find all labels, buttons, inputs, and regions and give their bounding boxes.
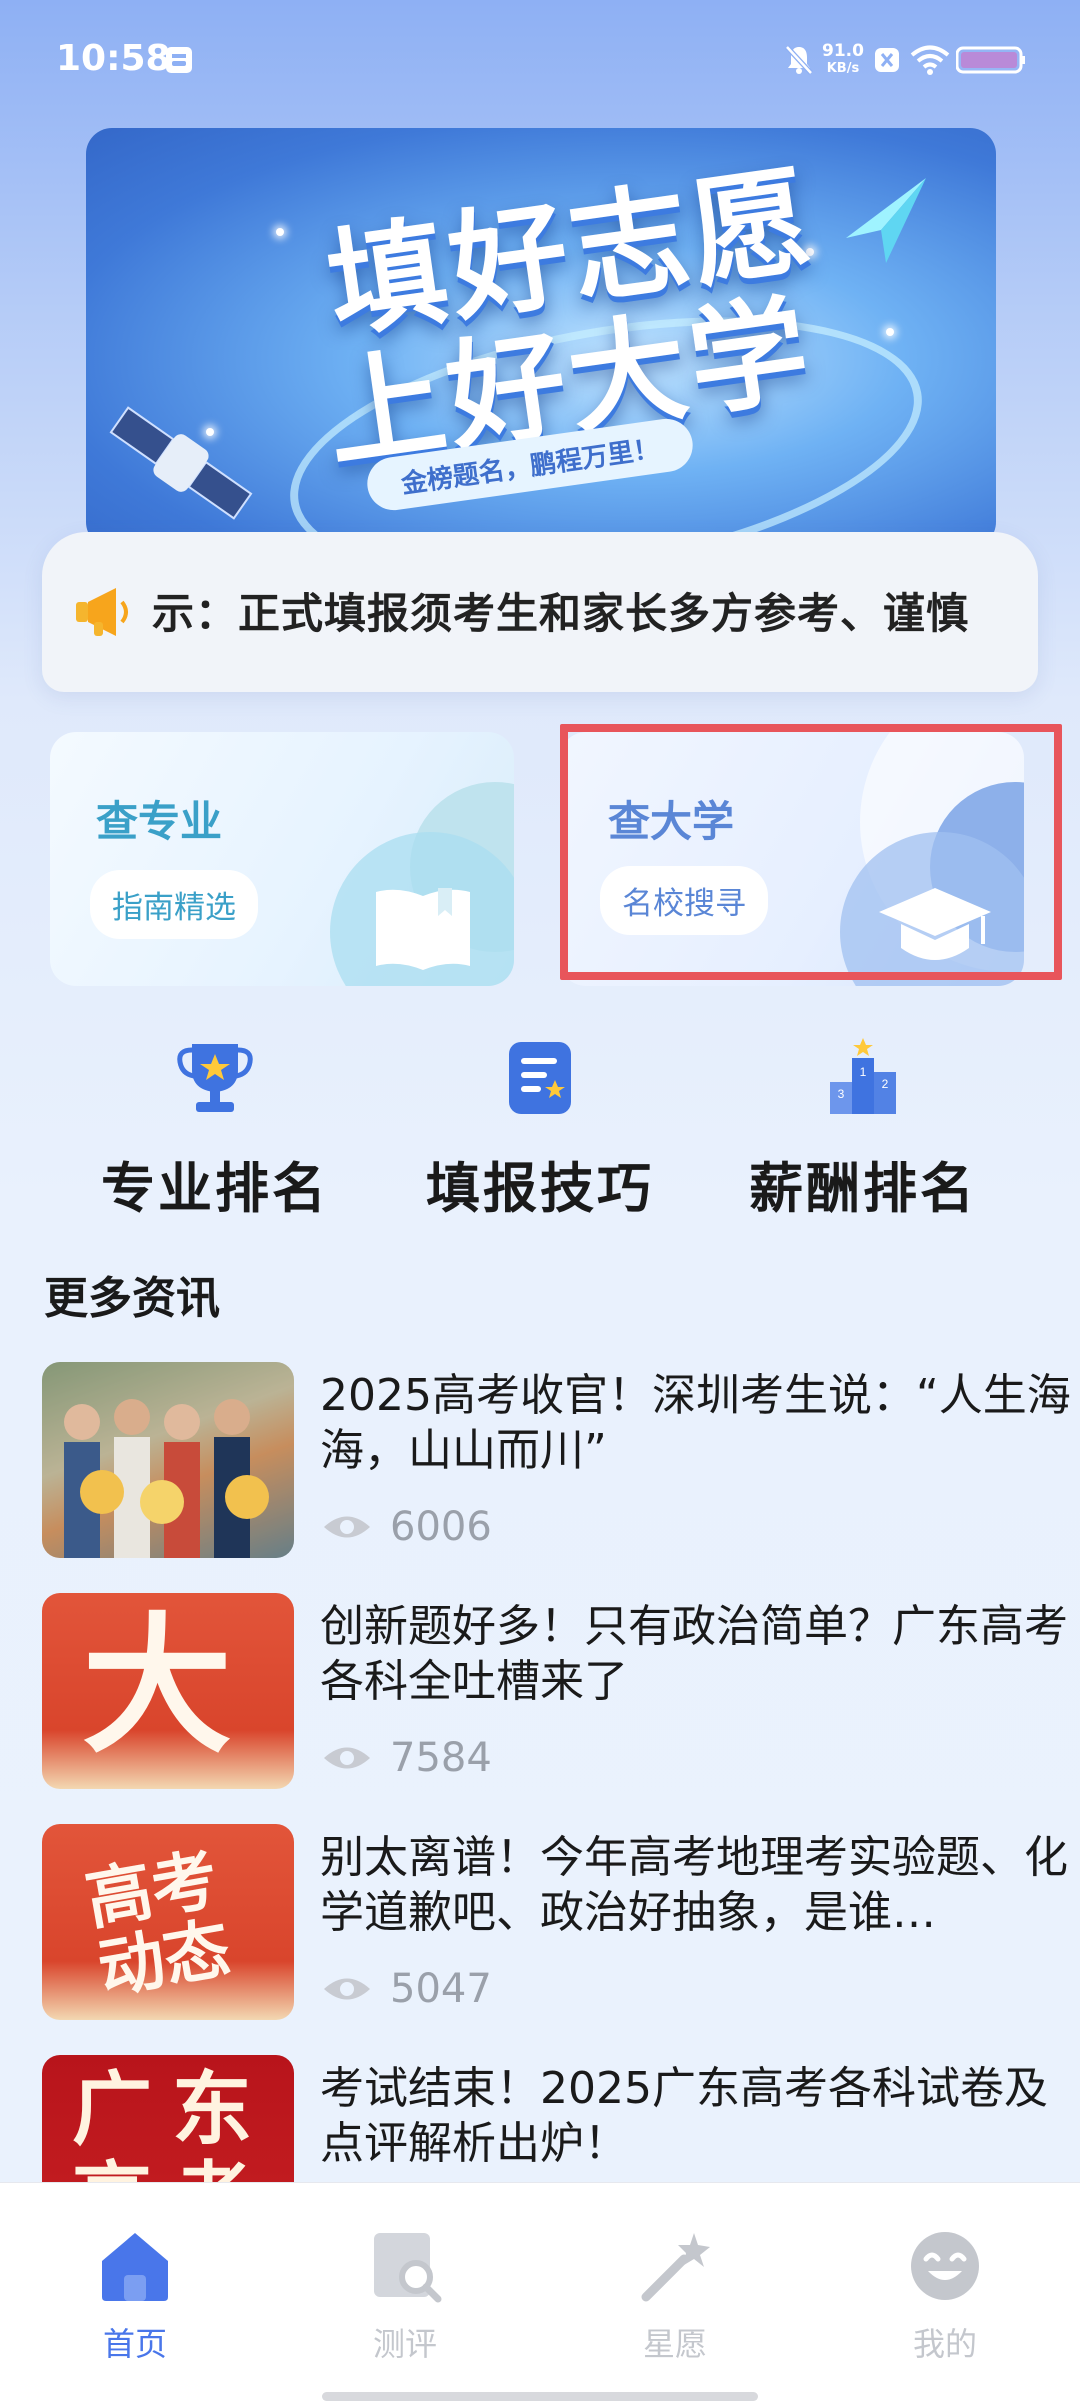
wifi-icon (910, 45, 950, 75)
news-title: 2025高考收官！深圳考生说：“人生海海，山山而川” (320, 1370, 1071, 1476)
news-title: 别太离谱！今年高考地理考实验题、化学道歉吧、政治好抽象，是谁… (320, 1832, 1068, 1938)
news-item[interactable]: 2025高考收官！深圳考生说：“人生海海，山山而川” 6006 (42, 1362, 1071, 1562)
status-bar: 10:58 91.0 KB/s (0, 0, 1080, 120)
eye-icon (324, 1516, 370, 1538)
trophy-icon (177, 1044, 253, 1112)
card-find-university[interactable]: 查大学 名校搜寻 (560, 732, 1024, 986)
bottom-nav: 首页 测评 星愿 我的 (0, 2182, 1080, 2408)
svg-text:1: 1 (860, 1065, 867, 1079)
svg-text:3: 3 (838, 1087, 845, 1101)
news-thumb-text-line1: 广东 (72, 2063, 272, 2156)
section-title: 更多资讯 (44, 1273, 220, 1324)
quick-link-label: 填报技巧 (426, 1157, 654, 1220)
nav-label: 首页 (102, 2325, 167, 2363)
card-find-major[interactable]: 查专业 指南精选 (50, 732, 514, 986)
news-title: 创新题好多！只有政治简单？广东高考各科全吐槽来了 (320, 1601, 1068, 1707)
smiley-icon (911, 2232, 979, 2300)
eye-icon (324, 1978, 370, 2000)
nfc-icon (875, 48, 899, 72)
nav-label: 我的 (912, 2325, 977, 2363)
book-icon (376, 888, 470, 970)
news-view-count: 5047 (390, 1966, 492, 2012)
notice-bar[interactable]: 示：正式填报须考生和家长多方参考、谨慎 (42, 532, 1038, 692)
nav-label: 星愿 (642, 2325, 707, 2363)
nav-wish[interactable]: 星愿 (540, 2227, 810, 2365)
mute-icon (785, 45, 813, 75)
podium-icon: 1 3 2 (830, 1038, 896, 1114)
search-book-icon (374, 2233, 442, 2303)
nav-profile[interactable]: 我的 (810, 2227, 1080, 2365)
megaphone-icon (76, 588, 128, 636)
news-thumb-text: 高考 动态 (80, 1840, 236, 2009)
star-decoration (886, 328, 894, 336)
card-tag: 名校搜寻 (600, 866, 768, 935)
news-views: 5047 (322, 1966, 492, 2012)
card-title: 查专业 (96, 797, 223, 846)
news-thumbnail: 高考 动态 (42, 1824, 294, 2020)
eye-icon (324, 1747, 370, 1769)
status-time: 10:58 (56, 38, 171, 79)
nav-assessment[interactable]: 测评 (270, 2227, 540, 2365)
news-thumbnail (42, 1362, 294, 1558)
home-indicator[interactable] (322, 2392, 758, 2401)
news-item[interactable]: 大 创新题好多！只有政治简单？广东高考各科全吐槽来了 7584 (42, 1593, 1068, 1793)
news-view-count: 6006 (390, 1504, 492, 1550)
star-decoration (276, 228, 284, 236)
paper-plane-icon (846, 178, 926, 263)
net-speed-unit: KB/s (826, 61, 860, 76)
news-title: 考试结束！2025广东高考各科试卷及点评解析出炉！ (320, 2063, 1048, 2169)
news-views: 6006 (322, 1504, 492, 1550)
news-thumb-text: 大 (82, 1598, 233, 1774)
svg-text:2: 2 (882, 1077, 889, 1091)
quick-link-filling-tips[interactable]: 填报技巧 (395, 1036, 685, 1223)
promo-banner[interactable]: 填好志愿 上好大学 金榜题名，鹏程万里！ (86, 128, 996, 548)
notice-text: 示：正式填报须考生和家长多方参考、谨慎 (152, 589, 970, 638)
news-views: 7584 (322, 1735, 492, 1781)
news-item[interactable]: 高考 动态 别太离谱！今年高考地理考实验题、化学道歉吧、政治好抽象，是谁… 50… (42, 1824, 1068, 2024)
card-tag: 指南精选 (90, 870, 258, 939)
notification-icon (166, 47, 192, 73)
quick-link-salary-ranking[interactable]: 1 3 2 薪酬排名 (718, 1036, 1008, 1223)
net-speed: 91.0 KB/s (822, 42, 864, 78)
document-icon (509, 1042, 571, 1114)
card-title: 查大学 (608, 797, 735, 846)
quick-link-major-ranking[interactable]: 专业排名 (70, 1036, 360, 1223)
news-thumbnail: 大 (42, 1593, 294, 1789)
battery-icon (956, 46, 1025, 74)
nav-label: 测评 (372, 2325, 437, 2363)
news-view-count: 7584 (390, 1735, 492, 1781)
nav-home[interactable]: 首页 (0, 2227, 270, 2365)
net-speed-value: 91.0 (822, 41, 864, 61)
home-icon (102, 2233, 168, 2301)
quick-link-label: 专业排名 (101, 1157, 329, 1220)
magic-wand-icon (641, 2233, 710, 2302)
photo-graduates (42, 1362, 294, 1558)
graduation-cap-icon (879, 888, 991, 960)
quick-link-label: 薪酬排名 (749, 1157, 977, 1220)
satellite-icon (109, 406, 253, 520)
